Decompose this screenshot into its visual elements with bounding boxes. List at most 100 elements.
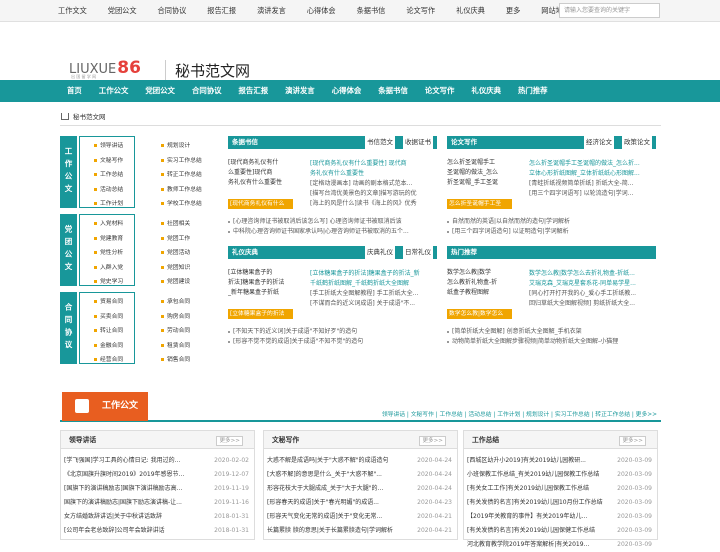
panel-title[interactable]: 条据书信 xyxy=(232,138,258,146)
lead-item[interactable]: 务礼仪有什么重要性 xyxy=(310,169,436,179)
top-link[interactable]: 心得体会 xyxy=(307,0,336,21)
category-link[interactable]: 党团工作 xyxy=(161,233,190,242)
item-title[interactable]: [国旗下的演讲稿励志]国旗下演讲稿励志高... xyxy=(64,482,209,496)
list-item[interactable]: [形容天气变化无常的成语]关于"变化无常... 2020-04-21 xyxy=(267,510,454,524)
category-link[interactable]: 买卖合同 xyxy=(94,311,123,320)
item-title[interactable]: [形容天气变化无常的成语]关于"变化无常... xyxy=(267,510,412,524)
list-item[interactable]: 国旗下的演讲稿励志|国旗下励志演讲稿-让... 2019-11-16 xyxy=(64,496,251,510)
category-link[interactable]: 转正工作总结 xyxy=(161,169,202,178)
item-title[interactable]: 《北京国旗升旗时间2019》2019年感恩节... xyxy=(64,468,209,482)
category-link[interactable]: 实习工作总结 xyxy=(161,155,202,164)
category-link[interactable]: 文秘写作 xyxy=(94,155,123,164)
category-link[interactable]: 学校工作总结 xyxy=(161,198,202,207)
section-links[interactable]: 领导讲话 | 文秘写作 | 工作总结 | 活动总结 | 工作计划 | 规划设计 … xyxy=(382,409,657,418)
list-item[interactable]: [形容不觉不觉的成语]关于成语"不知不觉"的造句 xyxy=(228,337,438,347)
list-item[interactable]: [用三个四字词语造句] 以证明造句|学词解析 xyxy=(447,227,657,237)
box-title[interactable]: 领导讲话 xyxy=(69,436,96,444)
nav-item[interactable]: 演讲发言 xyxy=(285,80,315,102)
lead-item[interactable]: 艾瑞克森_艾瑞克星套系花-同单易学星... xyxy=(529,279,655,289)
section-tab[interactable]: 工作公文 xyxy=(62,392,148,421)
top-link[interactable]: 报告汇报 xyxy=(207,0,236,21)
nav-item[interactable]: 礼仪庆典 xyxy=(471,80,501,102)
category-link[interactable]: 工作计划 xyxy=(94,198,123,207)
lead-item[interactable]: [描写台湾优美景色的文章]描写游玩的优 xyxy=(310,189,436,199)
nav-item[interactable]: 工作公文 xyxy=(99,80,129,102)
list-item[interactable]: [简单折纸大全图解] 创意折纸大全图解_手机衣架 xyxy=(447,327,657,337)
list-item[interactable]: [国旗下的演讲稿励志]国旗下演讲稿励志高... 2019-11-19 xyxy=(64,482,251,496)
nav-item[interactable]: 合同协议 xyxy=(192,80,222,102)
list-item[interactable]: [大惑不解]的意思是什么_关于"大惑不解"... 2020-04-24 xyxy=(267,468,454,482)
item-title[interactable]: [西城区幼升小2019]有关2019幼儿园教研... xyxy=(467,454,612,468)
list-item[interactable]: [学飞强国]学习工具的心情日记: 我用过的... 2020-02-02 xyxy=(64,454,251,468)
lead-item[interactable]: 千纸鹤折纸图解_千纸鹤折纸大全图解 xyxy=(310,279,436,289)
category-link[interactable]: 党史学习 xyxy=(94,276,123,285)
panel-more-link[interactable]: 庆典礼仪 xyxy=(365,246,395,259)
panel-more-link[interactable]: 收据证书 xyxy=(403,136,433,149)
list-item[interactable]: [形容春天的成语]关于"春光明媚"的成语... 2020-04-23 xyxy=(267,496,454,510)
category-link[interactable]: 党团知识 xyxy=(161,262,190,271)
item-title[interactable]: 小班保教工作总结_有关2019幼儿园保教工作总结 xyxy=(467,468,612,482)
more-link[interactable]: 更多>> xyxy=(216,436,243,446)
list-item[interactable]: 小班保教工作总结_有关2019幼儿园保教工作总结 2020-03-09 xyxy=(467,468,654,482)
item-title[interactable]: [有关发债的名言]有关2019幼儿园10月份工作总结 xyxy=(467,496,612,510)
list-item[interactable]: 动物简单折纸大全图解步骤视频|简单动物折纸大全图解-小猫狸 xyxy=(447,337,657,347)
list-item[interactable]: 自然而然的英语|以自然而然的造句|学词解析 xyxy=(447,217,657,227)
panel-more-link[interactable]: 书信范文 xyxy=(365,136,395,149)
item-title[interactable]: [公司年会老总致辞]公司年会致辞讲话 xyxy=(64,524,209,538)
list-item[interactable]: [不知天下的近义词]关于成语"不知好歹"的造句 xyxy=(228,327,438,337)
nav-item[interactable]: 报告汇报 xyxy=(239,80,269,102)
thumbnail-caption[interactable]: 数学怎么教|数学怎么 xyxy=(447,309,512,319)
more-link[interactable]: 更多>> xyxy=(419,436,446,446)
list-item[interactable]: [有关女工工作]有关2019幼儿园保教工作总结 2020-03-09 xyxy=(467,482,654,496)
item-title[interactable]: [形容春天的成语]关于"春光明媚"的成语... xyxy=(267,496,412,510)
item-title[interactable]: 【2019年关教育的事件】有关2019年幼儿... xyxy=(467,510,612,524)
item-title[interactable]: 大惑不解是成语吗|关于"大惑不解"的成语造句 xyxy=(267,454,412,468)
top-link[interactable]: 条据书信 xyxy=(357,0,386,21)
item-title[interactable]: 形容花枝大于大腿成成_关于"大于大腿"的... xyxy=(267,482,412,496)
lead-item[interactable]: [现代商务礼仪有什么重要性] 现代商 xyxy=(310,159,436,169)
panel-more-link[interactable]: 经济论文 xyxy=(584,136,614,149)
top-link[interactable]: 工作文文 xyxy=(58,0,87,21)
thumbnail-caption[interactable]: [立体糖果盒子的折法 xyxy=(228,309,293,319)
list-item[interactable]: 《北京国旗升旗时间2019》2019年感恩节... 2019-12-07 xyxy=(64,468,251,482)
nav-item[interactable]: 心得体会 xyxy=(332,80,362,102)
item-title[interactable]: 长篇累牍 牍的意思|关于长篇累牍造句|学词解析 xyxy=(267,524,412,538)
lead-item[interactable]: 数学怎么教|数学怎么去折礼物盒-折纸... xyxy=(529,269,655,279)
more-link[interactable]: 更多>> xyxy=(619,436,646,446)
list-item[interactable]: [有关发债的名言]有关2019幼儿园10月份工作总结 2020-03-09 xyxy=(467,496,654,510)
category-link[interactable]: 入群入党 xyxy=(94,262,123,271)
list-item[interactable]: 女方结婚致辞讲话|关于中秋讲话致辞 2018-01-31 xyxy=(64,510,251,524)
category-link[interactable]: 党团活动 xyxy=(161,247,190,256)
thumbnail-card[interactable]: 数学怎么教|数学 怎么教折礼物盒-折 纸盒子教程图解 数学怎么教|数学怎么 xyxy=(447,268,512,324)
lead-item[interactable]: [立体糖果盒子的折法]糖果盒子的折法_新 xyxy=(310,269,436,279)
category-link[interactable]: 贸易合同 xyxy=(94,296,123,305)
nav-item[interactable]: 党团公文 xyxy=(145,80,175,102)
item-title[interactable]: [学飞强国]学习工具的心情日记: 我用过的... xyxy=(64,454,209,468)
item-title[interactable]: [有关发债的名言]有关2019幼儿园保健工作总结 xyxy=(467,524,612,538)
lead-item[interactable]: 怎么折圣诞帽手工圣诞帽的做法_怎么折... xyxy=(529,159,655,169)
lead-item[interactable]: [海上的风是什么]读书《海上的风》优秀 xyxy=(310,199,436,209)
lead-item[interactable]: 立体心形折纸图解_立体折纸纸心形图解... xyxy=(529,169,655,179)
lead-item[interactable]: [青蛙折纸视频简单折纸] 折纸大全-简... xyxy=(529,179,655,189)
list-item[interactable]: 中科院心理咨询师证书国家承认吗|心理咨询师证书被取消的五个... xyxy=(228,227,438,237)
list-item[interactable]: 长篇累牍 牍的意思|关于长篇累牍造句|学词解析 2020-04-21 xyxy=(267,524,454,538)
item-title[interactable]: 女方结婚致辞讲话|关于中秋讲话致辞 xyxy=(64,510,209,524)
panel-more-link[interactable]: 日常礼仪 xyxy=(403,246,433,259)
item-title[interactable]: 河北教育教学院2019年答案解析|有关2019... xyxy=(467,538,612,552)
top-link[interactable]: 礼仪庆典 xyxy=(456,0,485,21)
top-link[interactable]: 党团公文 xyxy=(108,0,137,21)
logo[interactable]: LIUXUE86 出 国 留 学 网 xyxy=(69,58,141,79)
category-link[interactable]: 转让合同 xyxy=(94,325,123,334)
list-item[interactable]: 河北教育教学院2019年答案解析|有关2019... 2020-03-09 xyxy=(467,538,654,552)
thumbnail-caption[interactable]: 怎么折圣诞帽手工圣 xyxy=(447,199,512,209)
panel-more-link[interactable]: 政策论文 xyxy=(622,136,652,149)
category-tag[interactable]: 工作公文 xyxy=(60,136,77,208)
category-link[interactable]: 工作总结 xyxy=(94,169,123,178)
category-link[interactable]: 租赁合同 xyxy=(161,340,190,349)
top-link[interactable]: 演讲发言 xyxy=(257,0,286,21)
lead-item[interactable]: 回归草纸大全图解视频] 剪纸折纸大全... xyxy=(529,299,655,309)
list-item[interactable]: 形容花枝大于大腿成成_关于"大于大腿"的... 2020-04-24 xyxy=(267,482,454,496)
box-title[interactable]: 文秘写作 xyxy=(272,436,299,444)
list-item[interactable]: [公司年会老总致辞]公司年会致辞讲话 2018-01-31 xyxy=(64,524,251,538)
category-tag[interactable]: 党团公文 xyxy=(60,214,77,286)
